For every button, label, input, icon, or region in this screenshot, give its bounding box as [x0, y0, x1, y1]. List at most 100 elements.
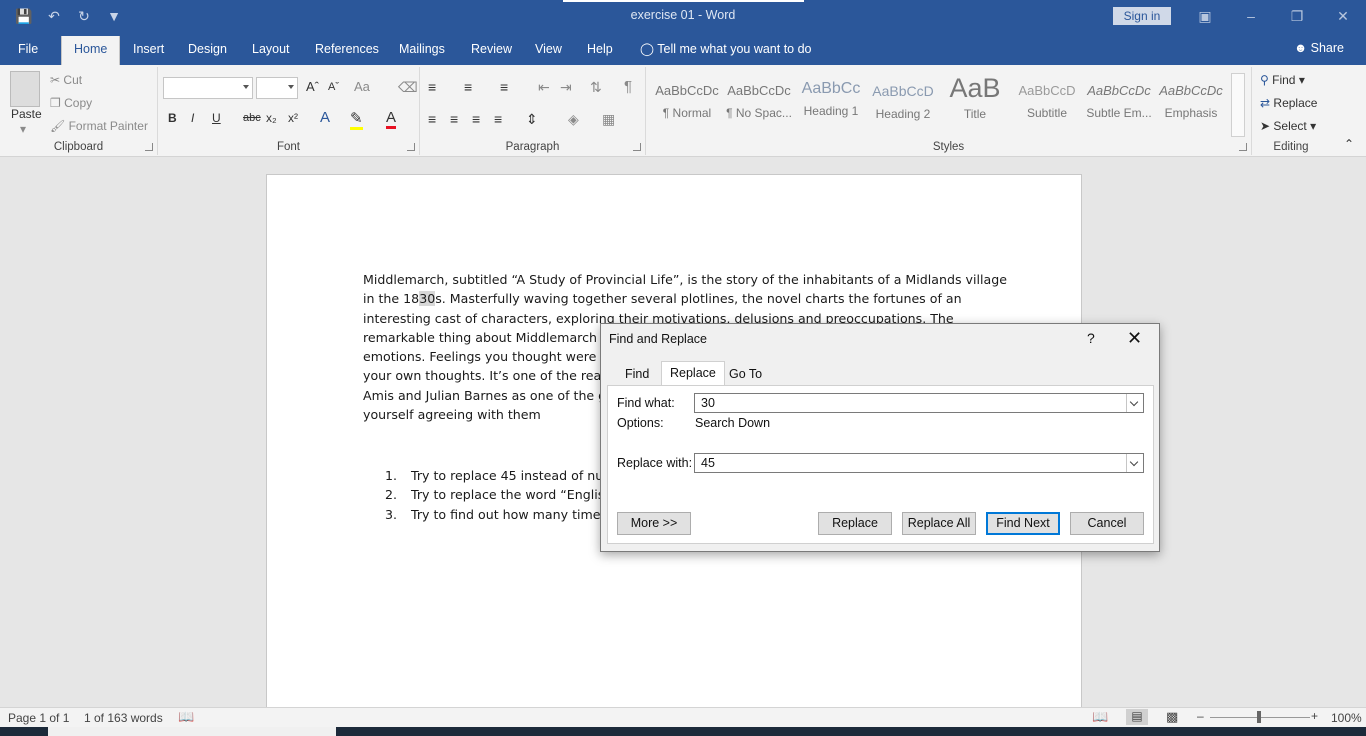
superscript-button[interactable]: x²: [288, 111, 298, 125]
underline-button[interactable]: U: [212, 111, 221, 125]
style-no-spacing[interactable]: AaBbCcDc ¶ No Spac...: [724, 73, 794, 125]
tab-help[interactable]: Help: [575, 36, 625, 65]
style-heading-1[interactable]: AaBbCc Heading 1: [796, 73, 866, 125]
replace-all-button[interactable]: Replace All: [902, 512, 976, 535]
tab-layout[interactable]: Layout: [240, 36, 302, 65]
clear-formatting-icon[interactable]: ⌫: [398, 79, 418, 96]
replace-button[interactable]: ⇄ Replace: [1260, 96, 1317, 110]
style-preview: AaBbCcDc: [727, 83, 791, 98]
editing-group: ⚲ Find ▾ ⇄ Replace ➤ Select ▾ Editing: [1252, 67, 1330, 155]
paste-dropdown-icon[interactable]: ▾: [20, 122, 26, 136]
clipboard-group: Paste ▾ ✂ Cut ❐ Copy 🖌 Format Painter Cl…: [0, 67, 158, 155]
font-color-icon[interactable]: A: [386, 109, 397, 129]
tab-design[interactable]: Design: [176, 36, 239, 65]
tab-mailings[interactable]: Mailings: [387, 36, 457, 65]
print-layout-icon[interactable]: ▤: [1126, 709, 1148, 725]
format-painter-button[interactable]: 🖌 Format Painter: [50, 119, 148, 133]
style-normal[interactable]: AaBbCcDc ¶ Normal: [652, 73, 722, 125]
multilevel-list-icon[interactable]: ≡: [500, 79, 508, 95]
font-launcher-icon[interactable]: [407, 143, 415, 151]
zoom-in-icon[interactable]: +: [1311, 709, 1318, 723]
proofing-icon[interactable]: 📖: [178, 709, 194, 725]
replace-with-input[interactable]: 45: [694, 453, 1144, 473]
text-run: s. Masterfully waving together several p…: [435, 291, 962, 307]
select-button[interactable]: ➤ Select ▾: [1260, 119, 1316, 133]
restore-button[interactable]: ❐: [1274, 0, 1320, 32]
zoom-level[interactable]: 100%: [1331, 711, 1362, 725]
dialog-tab-replace[interactable]: Replace: [661, 361, 725, 386]
shading-icon[interactable]: ◈: [568, 111, 579, 128]
numbering-icon[interactable]: ≡: [464, 79, 472, 95]
clipboard-launcher-icon[interactable]: [145, 143, 153, 151]
paste-icon[interactable]: [10, 71, 40, 107]
style-preview: AaBbCcD: [872, 83, 934, 99]
cut-button[interactable]: ✂ Cut: [50, 73, 82, 87]
justify-icon[interactable]: ≡: [494, 111, 502, 127]
dialog-tab-find[interactable]: Find: [617, 365, 657, 385]
grow-font-button[interactable]: Aˆ: [306, 79, 319, 94]
strikethrough-button[interactable]: abc: [243, 112, 261, 124]
read-mode-icon[interactable]: 📖: [1092, 709, 1108, 725]
more-button[interactable]: More >>: [617, 512, 691, 535]
italic-button[interactable]: I: [191, 111, 194, 125]
tab-references[interactable]: References: [303, 36, 391, 65]
ribbon-display-options-icon[interactable]: ▣: [1182, 0, 1228, 32]
word-count[interactable]: 1 of 163 words: [84, 711, 163, 725]
change-case-button[interactable]: Aa: [354, 79, 370, 94]
style-title[interactable]: AaB Title: [940, 73, 1010, 125]
paragraph-group-label: Paragraph: [505, 141, 560, 153]
align-center-icon[interactable]: ≡: [450, 111, 458, 127]
decrease-indent-icon[interactable]: ⇤: [538, 79, 550, 96]
tab-home[interactable]: Home: [61, 36, 121, 65]
tab-view[interactable]: View: [523, 36, 574, 65]
style-subtitle[interactable]: AaBbCcD Subtitle: [1012, 73, 1082, 125]
web-layout-icon[interactable]: ▩: [1166, 709, 1178, 725]
zoom-out-icon[interactable]: –: [1197, 709, 1204, 723]
chevron-down-icon[interactable]: [1126, 454, 1143, 472]
share-button[interactable]: ☻ Share: [1294, 41, 1344, 55]
text-effects-icon[interactable]: A: [320, 109, 330, 126]
bullets-icon[interactable]: ≡: [428, 79, 436, 95]
minimize-button[interactable]: –: [1228, 0, 1274, 32]
tab-file[interactable]: File: [6, 36, 50, 65]
style-subtle-emphasis[interactable]: AaBbCcDc Subtle Em...: [1084, 73, 1154, 125]
sort-icon[interactable]: ⇅: [590, 79, 602, 96]
find-what-input[interactable]: 30: [694, 393, 1144, 413]
paste-label[interactable]: Paste: [11, 107, 42, 121]
paragraph-launcher-icon[interactable]: [633, 143, 641, 151]
shrink-font-button[interactable]: Aˇ: [328, 81, 339, 93]
find-next-button[interactable]: Find Next: [986, 512, 1060, 535]
cancel-button[interactable]: Cancel: [1070, 512, 1144, 535]
pilcrow-icon[interactable]: ¶: [624, 78, 632, 95]
copy-button[interactable]: ❐ Copy: [50, 96, 92, 110]
style-heading-2[interactable]: AaBbCcD Heading 2: [868, 73, 938, 125]
styles-launcher-icon[interactable]: [1239, 143, 1247, 151]
dialog-tab-goto[interactable]: Go To: [721, 365, 770, 385]
sign-in-button[interactable]: Sign in: [1113, 7, 1171, 25]
styles-scroll[interactable]: [1231, 73, 1245, 137]
zoom-slider-thumb[interactable]: [1257, 711, 1261, 723]
replace-button[interactable]: Replace: [818, 512, 892, 535]
align-right-icon[interactable]: ≡: [472, 111, 480, 127]
increase-indent-icon[interactable]: ⇥: [560, 79, 572, 96]
help-button[interactable]: ?: [1087, 330, 1095, 346]
chevron-down-icon[interactable]: [1126, 394, 1143, 412]
align-left-icon[interactable]: ≡: [428, 111, 436, 127]
taskbar-search[interactable]: [48, 727, 336, 736]
close-window-button[interactable]: ✕: [1320, 0, 1366, 32]
font-size-combo[interactable]: [256, 77, 298, 99]
style-emphasis[interactable]: AaBbCcDc Emphasis: [1156, 73, 1226, 125]
tab-insert[interactable]: Insert: [121, 36, 176, 65]
highlight-icon[interactable]: ✎: [350, 109, 363, 130]
close-icon[interactable]: ✕: [1127, 328, 1142, 349]
find-button[interactable]: ⚲ Find ▾: [1260, 73, 1305, 87]
page-count[interactable]: Page 1 of 1: [8, 711, 69, 725]
tell-me-search[interactable]: ◯ Tell me what you want to do: [640, 41, 812, 56]
subscript-button[interactable]: x₂: [266, 111, 277, 125]
tab-review[interactable]: Review: [459, 36, 524, 65]
borders-icon[interactable]: ▦: [602, 111, 615, 128]
font-name-combo[interactable]: [163, 77, 253, 99]
bold-button[interactable]: B: [168, 111, 177, 125]
line-spacing-icon[interactable]: ⇕: [526, 111, 538, 128]
collapse-ribbon-icon[interactable]: ⌃: [1344, 137, 1354, 151]
